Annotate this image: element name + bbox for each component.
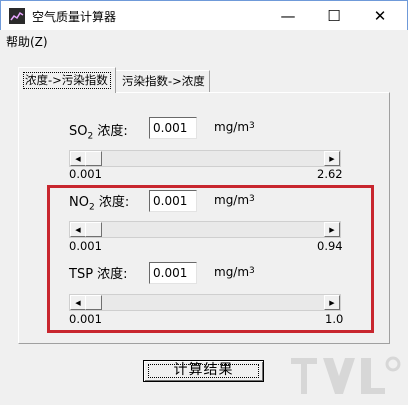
minimize-button[interactable]: —: [265, 1, 311, 31]
close-icon: ✕: [373, 7, 387, 25]
so2-slider[interactable]: ◀ ▶: [69, 150, 341, 167]
highlight-annotation: [47, 185, 374, 333]
tab-concentration-to-index[interactable]: 浓度->污染指数: [18, 67, 116, 93]
so2-min: 0.001: [69, 167, 102, 181]
so2-max: 2.62: [317, 167, 343, 181]
watermark-logo: [291, 356, 401, 394]
close-button[interactable]: ✕: [357, 1, 403, 31]
menu-bar: 帮助(Z): [0, 30, 408, 50]
maximize-button[interactable]: ☐: [311, 1, 357, 31]
so2-input[interactable]: 0.001: [149, 117, 197, 139]
calculate-button[interactable]: 计算结果: [143, 360, 264, 382]
so2-slider-thumb[interactable]: [85, 151, 102, 166]
calculate-label: 计算结果: [173, 362, 234, 378]
tab-index-to-concentration[interactable]: 污染指数->浓度: [116, 70, 210, 92]
chart-line-icon: [9, 8, 25, 24]
so2-unit: mg/m3: [214, 120, 255, 134]
window-title: 空气质量计算器: [32, 10, 117, 24]
minimize-icon: —: [280, 7, 296, 25]
title-bar: 空气质量计算器 — ☐ ✕: [0, 0, 408, 30]
maximize-icon: ☐: [327, 7, 341, 25]
so2-label: SO2 浓度:: [69, 124, 128, 142]
tab-label: 浓度->污染指数: [25, 73, 108, 87]
scroll-right-icon[interactable]: ▶: [324, 151, 340, 166]
tab-label: 污染指数->浓度: [122, 74, 205, 88]
scroll-left-icon[interactable]: ◀: [70, 151, 86, 166]
menu-help[interactable]: 帮助(Z): [6, 33, 48, 50]
